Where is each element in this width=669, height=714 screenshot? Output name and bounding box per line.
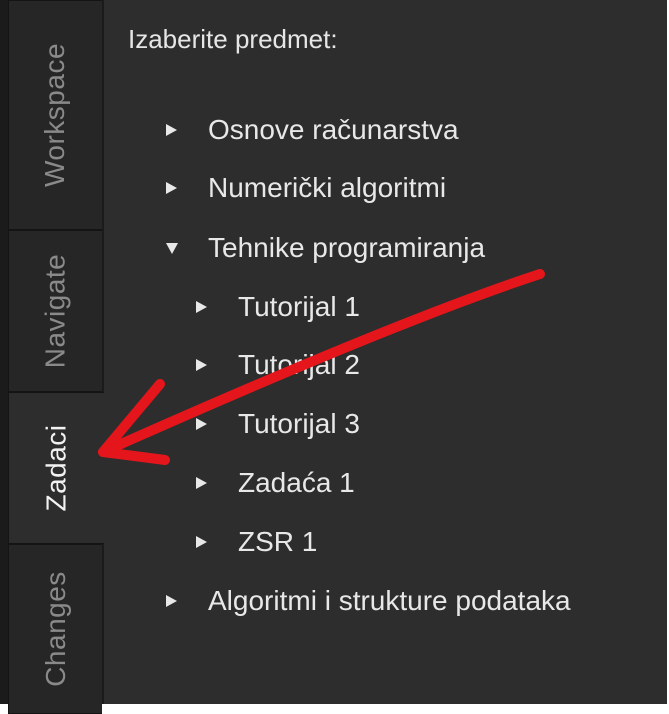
tree-item-label: Osnove računarstva <box>208 114 459 145</box>
triangle-right-icon[interactable] <box>196 477 207 489</box>
tree-item-tutorijal-2[interactable]: Tutorijal 2 <box>196 345 360 385</box>
tree-item-tutorijal-3[interactable]: Tutorijal 3 <box>196 404 360 444</box>
triangle-right-icon[interactable] <box>196 301 207 313</box>
tree-item-tehnike-programiranja[interactable]: Tehnike programiranja <box>166 228 485 268</box>
tab-navigate[interactable]: Navigate <box>8 230 102 392</box>
tab-navigate-label: Navigate <box>39 253 71 369</box>
tree-item-label: Tutorijal 2 <box>238 349 360 380</box>
tree-item-label: Tehnike programiranja <box>208 232 486 263</box>
tab-changes-label: Changes <box>39 571 71 687</box>
triangle-right-icon[interactable] <box>196 359 207 371</box>
tasks-panel: Izaberite predmet: Osnove računarstva Nu… <box>104 0 667 704</box>
tree-item-label: Tutorijal 3 <box>238 408 360 439</box>
tree-item-label: Algoritmi i strukture podataka <box>208 585 571 616</box>
tab-changes[interactable]: Changes <box>8 544 102 714</box>
tree-item-osnove-racunarstva[interactable]: Osnove računarstva <box>166 110 459 150</box>
tree-item-algoritmi-i-strukture[interactable]: Algoritmi i strukture podataka <box>166 581 571 621</box>
triangle-right-icon[interactable] <box>166 595 177 607</box>
triangle-right-icon[interactable] <box>196 536 207 548</box>
triangle-down-icon[interactable] <box>166 242 178 254</box>
tab-zadaci[interactable]: Zadaci <box>8 392 104 544</box>
app-frame: Workspace Navigate Zadaci Changes Izaber… <box>0 0 669 714</box>
tree-item-label: ZSR 1 <box>238 526 318 557</box>
tree-item-zsr-1[interactable]: ZSR 1 <box>196 522 317 562</box>
tab-zadaci-label: Zadaci <box>40 424 72 512</box>
triangle-right-icon[interactable] <box>166 124 177 136</box>
tree-item-label: Zadaća 1 <box>238 467 355 498</box>
tree-item-zadaca-1[interactable]: Zadaća 1 <box>196 463 355 503</box>
tab-workspace[interactable]: Workspace <box>8 0 102 230</box>
triangle-right-icon[interactable] <box>166 182 177 194</box>
tab-workspace-label: Workspace <box>39 42 71 188</box>
triangle-right-icon[interactable] <box>196 418 207 430</box>
tree-item-label: Tutorijal 1 <box>238 291 360 322</box>
sidebar: Workspace Navigate Zadaci Changes <box>0 0 104 714</box>
tree-item-numericki-algoritmi[interactable]: Numerički algoritmi <box>166 168 446 208</box>
panel-heading: Izaberite predmet: <box>128 24 338 54</box>
tree-item-label: Numerički algoritmi <box>208 172 447 203</box>
tree-item-tutorijal-1[interactable]: Tutorijal 1 <box>196 287 360 327</box>
